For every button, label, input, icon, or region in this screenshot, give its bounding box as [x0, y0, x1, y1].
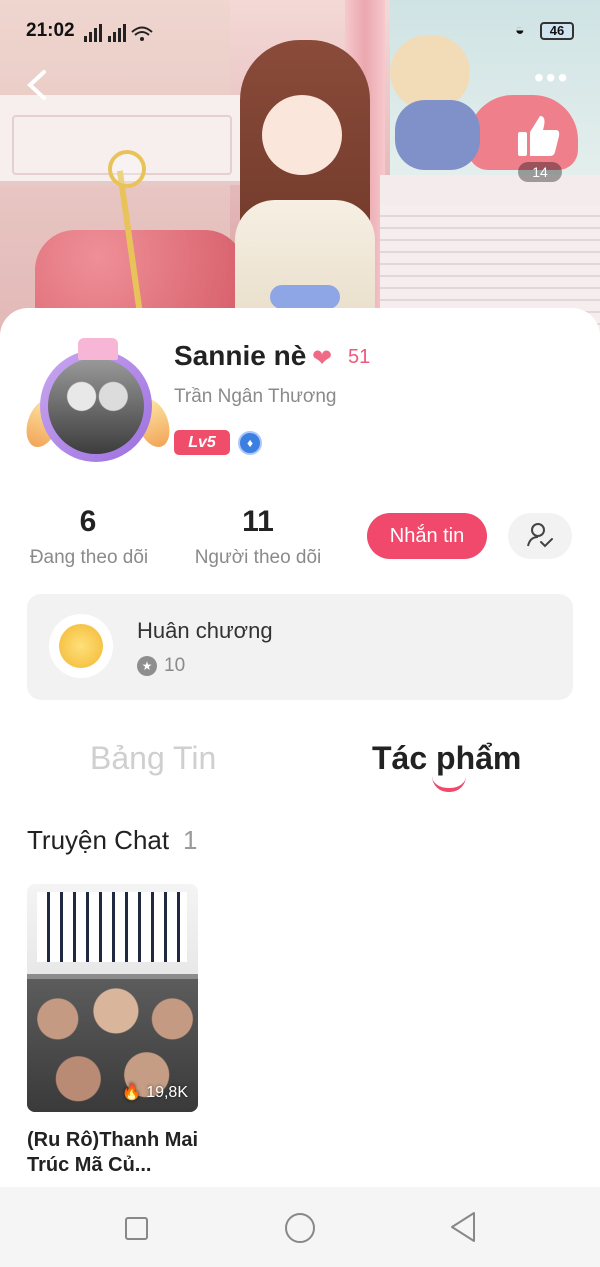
story-views-count: 19,8K: [146, 1084, 188, 1101]
hearts-count: 51: [348, 346, 371, 368]
crown-frame-icon: [78, 338, 118, 360]
fire-icon: 🔥: [121, 1084, 142, 1101]
user-check-icon: [527, 523, 553, 548]
signal-icon: [84, 24, 154, 48]
story-thumbnail[interactable]: 🔥 19,8K: [27, 884, 198, 1112]
avatar-photo: [48, 358, 144, 454]
star-icon: ★: [137, 656, 157, 676]
medal-card[interactable]: Huân chương ★ 10: [27, 594, 573, 700]
data-saver-icon: ◒: [515, 22, 525, 39]
story-views: 🔥 19,8K: [122, 1082, 188, 1102]
follow-button[interactable]: [508, 513, 572, 559]
medal-icon: [49, 614, 113, 678]
story-title[interactable]: (Ru Rô)Thanh Mai Trúc Mã Củ...: [27, 1128, 207, 1178]
status-time: 21:02: [26, 20, 75, 41]
level-badge[interactable]: Lv5: [174, 430, 230, 455]
thumbs-up-icon: [518, 116, 560, 156]
back-button[interactable]: [22, 68, 56, 102]
medal-count: 10: [164, 655, 186, 676]
followers-label[interactable]: Người theo dõi: [188, 547, 328, 569]
tab-works[interactable]: Tác phẩm: [372, 740, 521, 777]
display-name: Sannie nè: [174, 340, 307, 371]
vip-badge-icon[interactable]: ♦: [238, 431, 262, 455]
status-bar: 21:02 ◒ 46: [0, 16, 600, 48]
hearts-icon: ❤: [312, 345, 333, 372]
following-label[interactable]: Đang theo dõi: [20, 547, 158, 569]
section-count: 1: [183, 825, 198, 855]
medal-title: Huân chương: [137, 618, 273, 643]
profile-cover-image: [0, 0, 600, 340]
following-count[interactable]: 6: [60, 505, 116, 539]
real-name: Trần Ngân Thương: [174, 386, 337, 407]
section-title: Truyện Chat: [27, 825, 170, 855]
followers-count[interactable]: 11: [228, 505, 288, 539]
system-back-button[interactable]: [448, 1211, 478, 1248]
tab-news-feed[interactable]: Bảng Tin: [90, 740, 216, 777]
like-count: 14: [518, 162, 562, 182]
home-button[interactable]: [285, 1213, 315, 1243]
recent-apps-button[interactable]: [125, 1217, 148, 1240]
system-nav-bar: [0, 1187, 600, 1267]
avatar[interactable]: [20, 338, 176, 470]
message-button[interactable]: Nhắn tin: [367, 513, 487, 559]
battery-icon: 46: [540, 22, 574, 40]
like-button[interactable]: [514, 112, 564, 162]
more-options-button[interactable]: •••: [534, 64, 569, 92]
